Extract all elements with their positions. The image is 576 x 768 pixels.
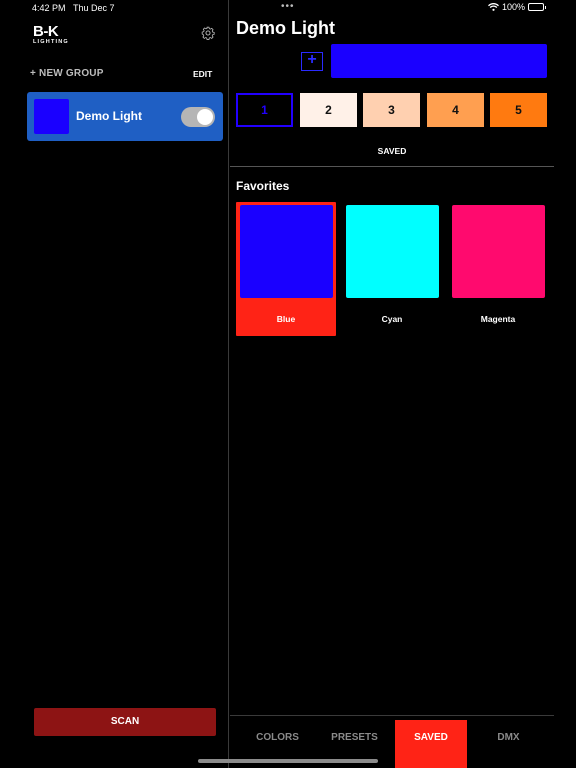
- favorite-label: Cyan: [381, 314, 403, 324]
- favorite-swatch: [240, 205, 333, 298]
- tab-saved[interactable]: SAVED: [395, 720, 467, 768]
- color-slot-3[interactable]: 3: [363, 93, 420, 127]
- favorite-magenta[interactable]: Magenta: [448, 202, 548, 336]
- toggle-knob: [197, 109, 213, 125]
- color-slot-5[interactable]: 5: [490, 93, 547, 127]
- favorite-label: Magenta: [480, 314, 516, 324]
- color-slot-1[interactable]: 1: [236, 93, 293, 127]
- favorites-heading: Favorites: [236, 179, 290, 193]
- favorite-blue[interactable]: Blue: [236, 202, 336, 336]
- tab-bar-divider: [230, 715, 554, 716]
- gear-icon[interactable]: [201, 26, 215, 40]
- favorite-swatch: [452, 205, 545, 298]
- light-power-toggle[interactable]: [181, 107, 215, 127]
- saved-status-label: SAVED: [377, 146, 407, 156]
- scan-button[interactable]: SCAN: [34, 708, 216, 736]
- favorite-cyan[interactable]: Cyan: [342, 202, 442, 336]
- color-slot-4[interactable]: 4: [427, 93, 484, 127]
- light-name: Demo Light: [76, 109, 142, 123]
- add-color-button[interactable]: +: [301, 52, 323, 71]
- edit-button[interactable]: EDIT: [193, 69, 212, 79]
- saved-color-slots: 1 2 3 4 5: [236, 93, 547, 127]
- favorite-swatch: [346, 205, 439, 298]
- light-color-swatch: [34, 99, 69, 134]
- sidebar: B-K LIGHTING + NEW GROUP EDIT Demo Light…: [0, 0, 229, 768]
- bk-lighting-logo: B-K LIGHTING: [33, 23, 69, 45]
- favorite-label: Blue: [276, 314, 296, 324]
- tab-dmx[interactable]: DMX: [471, 720, 546, 768]
- divider: [230, 166, 554, 167]
- main-panel: Demo Light + 1 2 3 4 5 SAVED Favorites B…: [230, 0, 576, 768]
- page-title: Demo Light: [236, 18, 335, 38]
- color-slot-2[interactable]: 2: [300, 93, 357, 127]
- new-group-button[interactable]: + NEW GROUP: [30, 68, 104, 79]
- home-indicator[interactable]: [198, 759, 378, 763]
- current-color-bar[interactable]: [331, 44, 547, 78]
- light-item-demo-light[interactable]: Demo Light: [27, 92, 223, 141]
